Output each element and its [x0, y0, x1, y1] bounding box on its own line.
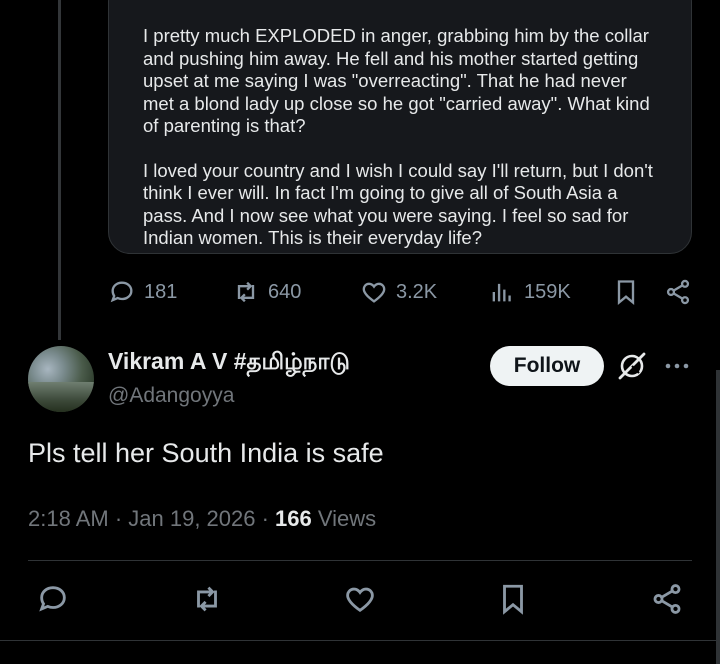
parent-repost-button[interactable]: 640	[232, 278, 301, 306]
speech-bubble-icon	[110, 281, 133, 303]
parent-views-count: 159K	[524, 280, 571, 303]
follow-button[interactable]: Follow	[490, 346, 604, 386]
tweet-text: Pls tell her South India is safe	[28, 438, 384, 468]
display-name[interactable]: Vikram A V #தமிழ்நாடு	[108, 348, 350, 378]
heart-icon	[346, 587, 374, 613]
repost-icon	[197, 586, 217, 612]
thread-line	[58, 0, 61, 340]
heart-icon	[362, 282, 386, 303]
reply-button[interactable]	[36, 582, 70, 616]
divider	[28, 560, 692, 561]
parent-action-bar: 181 640 3.2K 159K	[108, 276, 698, 312]
parent-repost-count: 640	[268, 280, 302, 303]
repost-icon	[237, 281, 255, 303]
parent-bookmark-button[interactable]	[612, 278, 640, 306]
parent-reply-count: 181	[144, 280, 178, 303]
avatar[interactable]	[28, 346, 94, 412]
speech-bubble-icon	[39, 586, 66, 612]
parent-reply-button[interactable]: 181	[108, 278, 177, 306]
divider	[0, 640, 720, 641]
like-button[interactable]	[343, 582, 377, 616]
views-count: 166	[275, 506, 312, 531]
parent-views-button[interactable]: 159K	[488, 278, 571, 306]
share-icon	[653, 584, 681, 614]
parent-paragraph-2: I loved your country and I wish I could …	[143, 159, 653, 249]
share-icon	[666, 279, 690, 305]
bookmark-button[interactable]	[496, 582, 530, 616]
user-handle[interactable]: @Adangoyya	[108, 384, 234, 408]
parent-share-button[interactable]	[664, 278, 692, 306]
scrollbar[interactable]	[716, 370, 720, 664]
parent-like-button[interactable]: 3.2K	[360, 278, 437, 306]
share-button[interactable]	[650, 582, 684, 616]
parent-paragraph-1: I pretty much EXPLODED in anger, grabbin…	[143, 25, 650, 136]
parent-tweet-text-card[interactable]: I pretty much EXPLODED in anger, grabbin…	[108, 0, 692, 254]
parent-like-count: 3.2K	[396, 280, 438, 303]
bookmark-icon	[617, 280, 635, 305]
timestamp[interactable]: 2:18 AM · Jan 19, 2026 ·	[28, 506, 275, 531]
reply-action-bar	[0, 582, 720, 622]
more-icon[interactable]	[664, 353, 690, 379]
tweet-meta: 2:18 AM · Jan 19, 2026 · 166 Views	[28, 506, 376, 532]
views-label: Views	[311, 506, 377, 531]
repost-button[interactable]	[190, 582, 224, 616]
bookmark-icon	[503, 584, 523, 615]
grok-icon[interactable]	[616, 350, 648, 382]
bar-chart-icon	[492, 283, 511, 302]
